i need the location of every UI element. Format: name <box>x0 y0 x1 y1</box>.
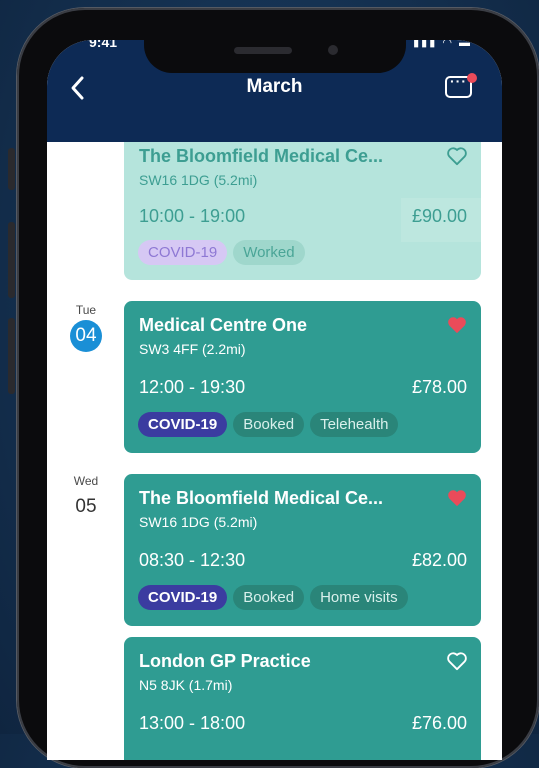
notification-dot <box>467 73 477 83</box>
shift-practice-name: The Bloomfield Medical Ce... <box>139 146 384 166</box>
shift-postcode: SW16 1DG (5.2mi) <box>139 514 258 530</box>
messages-button[interactable]: ··· <box>443 72 477 102</box>
tag-service-type: Home visits <box>310 585 408 610</box>
heart-outline-icon[interactable] <box>446 146 468 166</box>
app-header: 9:41 ▮▮▮ ◠ ▬ March ··· <box>47 40 502 142</box>
phone-notch <box>144 40 406 73</box>
status-time: 9:41 <box>89 40 118 50</box>
shift-price: £78.00 <box>411 377 467 397</box>
shift-card[interactable]: Medical Centre One SW3 4FF (2.2mi) 12:00… <box>124 301 481 453</box>
phone-side-button <box>8 318 15 394</box>
tag-status: Booked <box>233 585 305 610</box>
shift-card[interactable]: The Bloomfield Medical Ce... SW16 1DG (5… <box>124 474 481 626</box>
shift-price: £90.00 <box>411 206 467 226</box>
shift-tags: COVID-19 Worked <box>138 240 305 265</box>
speaker-grille <box>234 47 292 54</box>
day-of-week: Wed <box>73 474 99 488</box>
shift-price: £82.00 <box>411 550 467 570</box>
tag-service-type: Telehealth <box>310 412 399 437</box>
tag-status: Booked <box>233 412 305 437</box>
app-screen: 9:41 ▮▮▮ ◠ ▬ March ··· The Bloomfield Me… <box>47 40 502 760</box>
shift-practice-name: London GP Practice <box>139 651 311 671</box>
shift-practice-name: The Bloomfield Medical Ce... <box>139 488 384 508</box>
page-title: March <box>246 76 303 97</box>
tag-covid: COVID-19 <box>138 412 228 437</box>
tag-covid: COVID-19 <box>138 240 228 265</box>
date-tue-04: Tue 04 <box>56 303 116 352</box>
shift-tags: COVID-19 Booked Telehealth <box>138 412 399 437</box>
shift-tags: COVID-19 Booked Home visits <box>138 585 408 610</box>
tag-status: Worked <box>233 240 305 265</box>
phone-side-button <box>8 148 15 190</box>
front-camera <box>328 45 338 55</box>
day-number-badge: 04 <box>70 320 102 352</box>
day-number: 05 <box>75 496 97 517</box>
day-of-week: Tue <box>75 303 97 317</box>
phone-side-button <box>8 222 15 298</box>
shift-postcode: N5 8JK (1.7mi) <box>139 677 233 693</box>
shift-practice-name: Medical Centre One <box>139 315 308 335</box>
shift-time: 08:30 - 12:30 <box>139 550 246 570</box>
shift-time: 10:00 - 19:00 <box>139 206 246 226</box>
date-wed-05: Wed 05 <box>56 474 116 523</box>
shift-time: 13:00 - 18:00 <box>139 713 246 733</box>
heart-filled-icon[interactable] <box>446 488 468 508</box>
shift-card[interactable]: The Bloomfield Medical Ce... SW16 1DG (5… <box>124 142 481 280</box>
tag-covid: COVID-19 <box>138 585 228 610</box>
signal-wifi-battery-icons: ▮▮▮ ◠ ▬ <box>413 40 472 49</box>
shift-price: £76.00 <box>411 713 467 733</box>
shift-card[interactable]: London GP Practice N5 8JK (1.7mi) 13:00 … <box>124 637 481 760</box>
ellipsis-icon: ··· <box>450 73 467 89</box>
shift-postcode: SW3 4FF (2.2mi) <box>139 341 246 357</box>
shift-time: 12:00 - 19:30 <box>139 377 246 397</box>
heart-filled-icon[interactable] <box>446 315 468 335</box>
heart-outline-icon[interactable] <box>446 651 468 671</box>
shift-postcode: SW16 1DG (5.2mi) <box>139 172 258 188</box>
